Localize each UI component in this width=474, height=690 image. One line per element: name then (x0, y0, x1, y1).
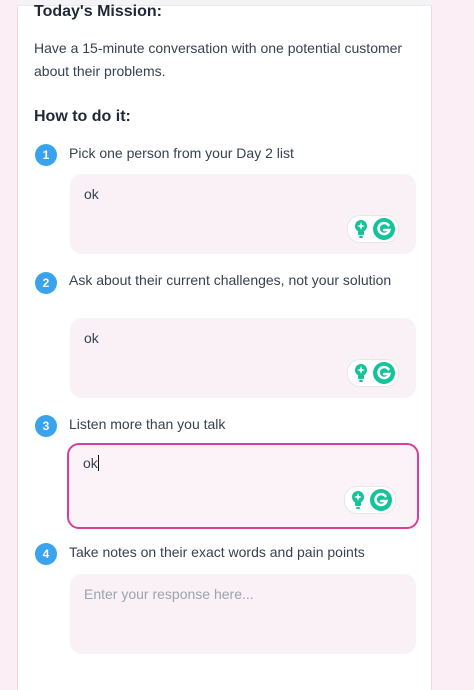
lightbulb-icon[interactable] (353, 219, 369, 239)
step-instruction: Take notes on their exact words and pain… (69, 544, 365, 560)
step-instruction: Pick one person from your Day 2 list (69, 145, 294, 161)
response-textarea-focused[interactable]: ok (67, 443, 419, 529)
step-number-badge: 3 (35, 415, 57, 437)
grammarly-g-icon[interactable] (373, 218, 395, 240)
grammarly-widget[interactable] (348, 216, 398, 242)
response-placeholder: Enter your response here... (84, 586, 254, 602)
lightbulb-icon[interactable] (353, 363, 369, 383)
mission-title: Today's Mission: (34, 3, 162, 20)
lightbulb-icon[interactable] (350, 490, 366, 510)
response-value: ok (83, 455, 98, 471)
grammarly-g-icon[interactable] (373, 362, 395, 384)
grammarly-widget[interactable] (348, 360, 398, 386)
response-value: ok (84, 186, 99, 202)
mission-description: Have a 15-minute conversation with one p… (34, 40, 403, 79)
howto-title: How to do it: (34, 108, 131, 125)
step-number-badge: 2 (35, 272, 57, 294)
step-instruction: Ask about their current challenges, not … (69, 272, 392, 288)
response-textarea[interactable]: ok (70, 318, 416, 398)
response-textarea[interactable]: Enter your response here... (70, 574, 416, 654)
response-textarea[interactable]: ok (70, 174, 416, 254)
response-value: ok (84, 330, 99, 346)
grammarly-g-icon[interactable] (370, 489, 392, 511)
step-instruction: Listen more than you talk (69, 416, 226, 432)
text-caret (97, 455, 99, 471)
step-number-badge: 4 (35, 543, 57, 565)
grammarly-widget[interactable] (345, 487, 395, 513)
step-number-badge: 1 (35, 144, 57, 166)
